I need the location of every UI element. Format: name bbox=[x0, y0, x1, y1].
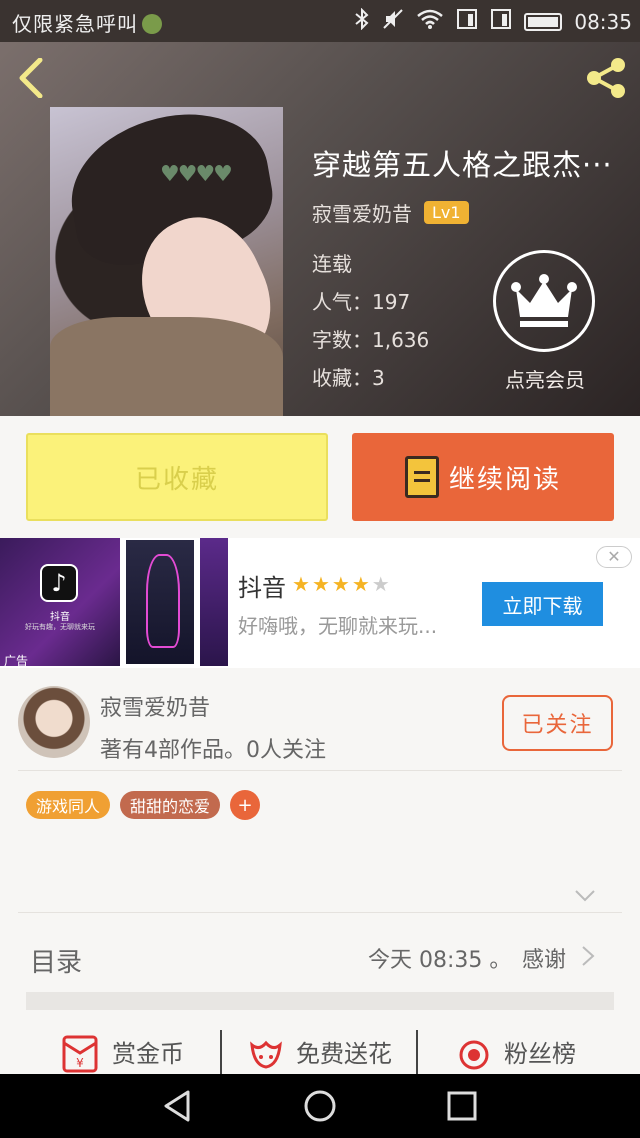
book-popularity: 人气：197 bbox=[312, 290, 411, 314]
book-icon bbox=[404, 456, 439, 498]
douyin-logo-icon: ♪ bbox=[40, 564, 78, 602]
reward-coins-button[interactable]: ¥ 赏金币 bbox=[58, 1026, 184, 1076]
ad-rating-stars: ★★★★★ bbox=[292, 572, 392, 596]
mute-icon bbox=[382, 8, 404, 35]
star-filled-icon: ★ bbox=[351, 572, 372, 596]
crown-icon bbox=[511, 274, 577, 327]
author-card-works: 著有4部作品。0人关注 bbox=[100, 738, 326, 763]
book-author[interactable]: 寂雪爱奶昔 bbox=[312, 198, 412, 227]
ad-banner[interactable]: ♪ 抖音 好玩有趣，无聊就来玩 广告 抖音 ★★★★★ 好嗨哦，无聊就来玩...… bbox=[0, 538, 640, 668]
share-button[interactable] bbox=[582, 54, 630, 102]
nav-back-icon bbox=[164, 1090, 190, 1122]
nav-recents-button[interactable] bbox=[444, 1088, 480, 1124]
book-header: ♥♥♥♥ 穿越第五人格之跟杰··· 寂雪爱奶昔 Lv1 连载 人气：197 字数… bbox=[0, 42, 640, 416]
battery-icon bbox=[524, 12, 563, 31]
ad-image-3 bbox=[200, 538, 228, 666]
wifi-icon bbox=[416, 8, 444, 35]
ad-description: 好嗨哦，无聊就来玩... bbox=[238, 614, 438, 638]
book-status: 连载 bbox=[312, 252, 352, 276]
send-flower-button[interactable]: 免费送花 bbox=[246, 1026, 392, 1076]
star-filled-icon: ★ bbox=[311, 572, 332, 596]
status-bar: 仅限紧急呼叫 08:35 bbox=[0, 0, 640, 42]
continue-reading-label: 继续阅读 bbox=[448, 464, 561, 495]
continue-reading-button[interactable]: 继续阅读 bbox=[352, 433, 614, 521]
red-envelope-icon: ¥ bbox=[62, 1035, 98, 1073]
star-filled-icon: ★ bbox=[292, 572, 312, 596]
sim1-icon bbox=[456, 8, 478, 35]
sim2-icon bbox=[490, 8, 512, 35]
toc-separator: 。 bbox=[489, 948, 512, 973]
star-filled-icon: ★ bbox=[331, 572, 352, 596]
ad-download-button[interactable]: 立即下载 bbox=[482, 582, 603, 626]
divider bbox=[18, 770, 622, 771]
book-cover[interactable]: ♥♥♥♥ bbox=[50, 100, 292, 416]
fan-ranking-label: 粉丝榜 bbox=[504, 1039, 576, 1068]
book-title: 穿越第五人格之跟杰··· bbox=[312, 148, 613, 182]
back-arrow-icon bbox=[19, 57, 43, 99]
toc-label: 目录 bbox=[30, 948, 83, 978]
toc-updated: 今天 08:35 。 bbox=[368, 942, 511, 974]
toc-row[interactable]: 目录 今天 08:35 。 感谢 bbox=[0, 930, 640, 986]
level-badge: Lv1 bbox=[424, 201, 469, 224]
cover-sweater bbox=[50, 317, 283, 416]
svg-text:¥: ¥ bbox=[76, 1056, 84, 1070]
progress-strip bbox=[26, 992, 614, 1010]
vip-button[interactable] bbox=[493, 250, 595, 352]
book-author-row: 寂雪爱奶昔 Lv1 bbox=[312, 198, 469, 227]
avatar[interactable] bbox=[18, 686, 90, 758]
add-tag-button[interactable]: + bbox=[230, 790, 261, 820]
neon-figure bbox=[146, 554, 180, 648]
tag-list: 游戏同人 甜甜的恋爱 + bbox=[26, 790, 261, 820]
bluetooth-icon bbox=[354, 7, 370, 35]
ad-image-subtext: 好玩有趣，无聊就来玩 bbox=[25, 623, 95, 631]
book-word-count: 字数：1,636 bbox=[312, 328, 430, 352]
chevron-right-icon bbox=[580, 945, 596, 967]
tag-sweet-romance[interactable]: 甜甜的恋爱 bbox=[120, 791, 221, 819]
toc-updated-text: 今天 08:35 bbox=[368, 948, 483, 973]
star-empty-icon: ★ bbox=[371, 572, 392, 596]
status-left: 仅限紧急呼叫 bbox=[12, 8, 162, 37]
ad-image-video bbox=[124, 538, 196, 666]
ad-tag: 广告 bbox=[4, 654, 29, 668]
tag-game-fanfic[interactable]: 游戏同人 bbox=[26, 791, 111, 819]
nav-recents-icon bbox=[447, 1091, 477, 1121]
status-right: 08:35 bbox=[354, 7, 632, 35]
author-card-name[interactable]: 寂雪爱奶昔 bbox=[100, 690, 210, 722]
vip-label[interactable]: 点亮会员 bbox=[505, 364, 585, 393]
ad-image-logo: ♪ 抖音 好玩有趣，无聊就来玩 广告 bbox=[0, 538, 120, 668]
nav-back-button[interactable] bbox=[160, 1088, 196, 1124]
medal-icon bbox=[459, 1040, 489, 1070]
system-nav-bar bbox=[0, 1074, 640, 1138]
divider bbox=[220, 1030, 222, 1076]
reward-coins-label: 赏金币 bbox=[112, 1039, 184, 1068]
close-icon[interactable]: ✕ bbox=[596, 546, 632, 568]
fan-ranking-button[interactable]: 粉丝榜 bbox=[454, 1026, 576, 1076]
back-button[interactable] bbox=[14, 57, 54, 99]
status-time: 08:35 bbox=[574, 9, 632, 34]
collected-button[interactable]: 已收藏 bbox=[26, 433, 328, 521]
cover-hearts-icon: ♥♥♥♥ bbox=[160, 162, 233, 187]
carrier-text: 仅限紧急呼叫 bbox=[12, 12, 138, 36]
ad-app-name: 抖音 bbox=[238, 574, 286, 602]
divider bbox=[18, 912, 622, 913]
follow-button[interactable]: 已关注 bbox=[502, 695, 613, 751]
author-card: 寂雪爱奶昔 著有4部作品。0人关注 已关注 bbox=[0, 682, 640, 772]
share-icon bbox=[587, 58, 625, 98]
ad-image-logo-text: 抖音 bbox=[50, 612, 70, 623]
book-favorites: 收藏：3 bbox=[312, 366, 385, 390]
send-flower-label: 免费送花 bbox=[296, 1039, 392, 1068]
nav-home-button[interactable] bbox=[302, 1088, 338, 1124]
chevron-down-icon[interactable] bbox=[574, 884, 596, 906]
divider bbox=[416, 1030, 418, 1076]
actions-row: ¥ 赏金币 免费送花 粉丝榜 bbox=[0, 1026, 640, 1076]
flower-icon bbox=[250, 1040, 282, 1069]
emoji-icon bbox=[142, 14, 162, 34]
nav-home-icon bbox=[304, 1090, 336, 1122]
toc-thanks: 感谢 bbox=[522, 948, 567, 973]
